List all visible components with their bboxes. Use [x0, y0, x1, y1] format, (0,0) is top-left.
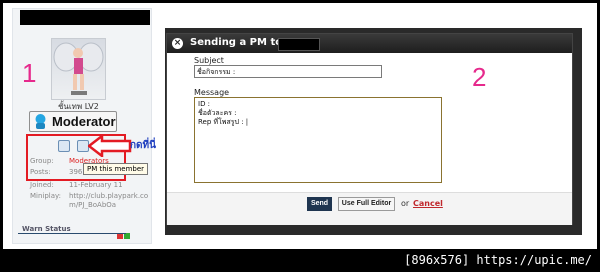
subject-input[interactable]: ชื่อกิจกรรม : — [194, 65, 382, 78]
upic-watermark: [896x576] https://upic.me/ — [404, 253, 592, 267]
info-value: 396 — [69, 168, 83, 176]
screenshot-frame: 1 ชั้นเทพ LV2 Moderator กดที่นี่ Group: … — [0, 0, 600, 272]
dialog-titlebar: × Sending a PM to PP_ — [167, 34, 572, 53]
subject-label: Subject — [194, 56, 224, 65]
pm-tooltip: PM this member — [83, 163, 149, 175]
pm-dialog: × Sending a PM to PP_ Subject ชื่อกิจกรร… — [166, 33, 573, 225]
message-textarea[interactable]: ID : ชื่อตัวละคร : Rep ที่โพสรูป : | — [194, 97, 442, 183]
redacted-username — [20, 10, 150, 25]
moderator-badge: Moderator — [29, 111, 117, 132]
badge-label: Moderator — [52, 114, 116, 129]
info-value[interactable]: http://club.playpark.co — [69, 192, 148, 200]
avatar — [51, 38, 106, 100]
info-label: Joined: — [30, 181, 54, 189]
info-value[interactable]: m/PJ_BoAbOa — [69, 201, 116, 209]
redacted-recipient — [278, 38, 320, 51]
click-here-annotation: กดที่นี่ — [130, 140, 156, 151]
message-label: Message — [194, 88, 230, 97]
send-button[interactable]: Send — [307, 197, 332, 211]
avatar-figure-icon — [53, 42, 104, 95]
warn-status-label: Warn Status — [22, 225, 71, 233]
info-label: Posts: — [30, 168, 51, 176]
info-value: 11-February 11 — [69, 181, 123, 189]
info-miniplay: Miniplay: http://club.playpark.co — [30, 192, 148, 200]
or-text: or — [401, 199, 410, 208]
profile-icon[interactable] — [58, 140, 70, 152]
annotation-step-1: 1 — [22, 58, 37, 88]
close-icon[interactable]: × — [172, 38, 183, 49]
user-badge-icon — [35, 114, 46, 129]
annotation-step-2: 2 — [472, 62, 487, 92]
info-posts: Posts: 396 — [30, 168, 82, 176]
info-group: Group: Moderators — [30, 157, 109, 165]
arrow-left-icon — [88, 135, 132, 157]
info-label: Miniplay: — [30, 192, 62, 200]
info-joined: Joined: 11-February 11 — [30, 181, 123, 189]
cancel-link[interactable]: Cancel — [413, 199, 443, 208]
info-label: Group: — [30, 157, 54, 165]
full-editor-button[interactable]: Use Full Editor — [338, 197, 395, 211]
warn-divider — [18, 233, 126, 234]
